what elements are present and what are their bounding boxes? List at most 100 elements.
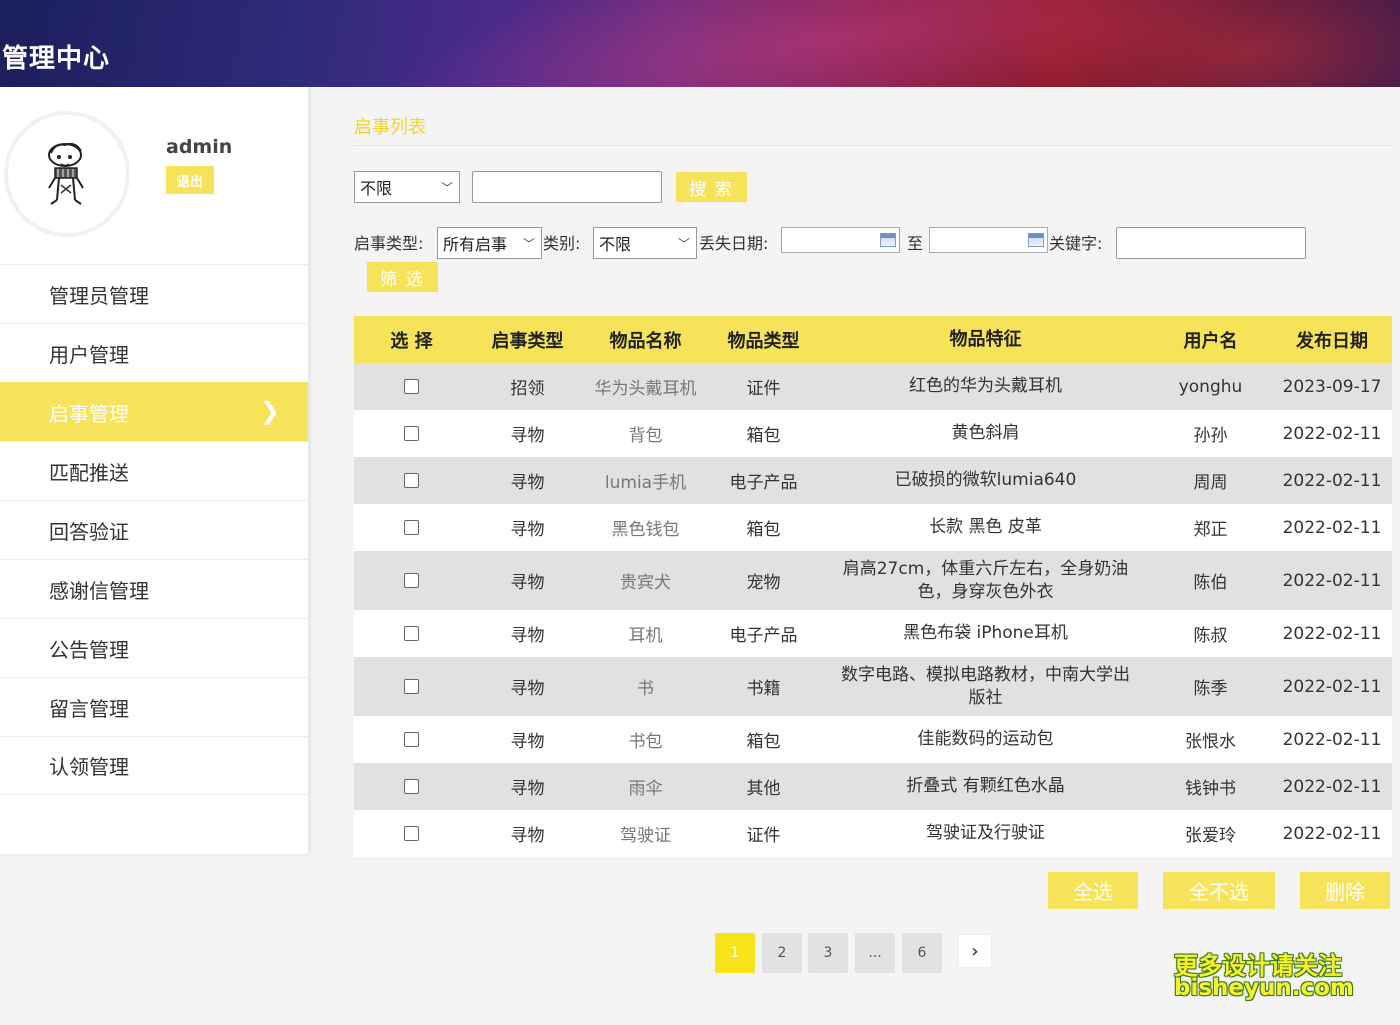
table-row[interactable]: 寻物 lumia手机 电子产品 已破损的微软lumia640 周周 2022-0…: [354, 457, 1392, 504]
row-checkbox[interactable]: [404, 520, 419, 535]
cell-name: 驾驶证: [620, 826, 671, 846]
row-checkbox[interactable]: [404, 732, 419, 747]
notice-type-value: 所有启事: [443, 235, 508, 254]
cell-date: 2023-09-17: [1282, 376, 1382, 397]
cell-name: lumia手机: [604, 473, 687, 493]
cell-feature: 黑色布袋 iPhone耳机: [903, 623, 1068, 643]
column-header[interactable]: 发布日期: [1272, 327, 1392, 353]
row-checkbox[interactable]: [404, 679, 419, 694]
table-row[interactable]: 寻物 雨伞 其他 折叠式 有颗红色水晶 钱钟书 2022-02-11: [354, 763, 1392, 810]
sidebar-item-claim[interactable]: 认领管理: [0, 736, 308, 795]
calendar-icon[interactable]: [880, 233, 896, 247]
page-2-button[interactable]: 2: [762, 933, 802, 973]
username: admin: [166, 136, 233, 158]
date-to-input[interactable]: [929, 227, 1048, 253]
row-checkbox[interactable]: [404, 626, 419, 641]
calendar-icon[interactable]: [1028, 233, 1044, 247]
row-checkbox[interactable]: [404, 426, 419, 441]
chevron-right-icon: ›: [971, 940, 979, 962]
category-select[interactable]: 不限 ﹀: [593, 227, 697, 259]
cell-date: 2022-02-11: [1282, 776, 1382, 797]
cell-name: 耳机: [628, 626, 663, 646]
cell-category: 证件: [746, 826, 781, 846]
watermark-line2: bisheyun.com: [1174, 975, 1354, 1001]
cell-type: 寻物: [510, 520, 545, 540]
cell-type: 寻物: [510, 679, 545, 699]
logout-button[interactable]: 退出: [166, 166, 214, 194]
row-checkbox[interactable]: [404, 779, 419, 794]
keyword-input[interactable]: [1116, 227, 1306, 259]
cell-user: 张爱玲: [1185, 826, 1236, 846]
cell-category: 证件: [746, 379, 781, 399]
sidebar-item-answer-verify[interactable]: 回答验证: [0, 500, 308, 559]
sidebar-item-thanks-letter[interactable]: 感谢信管理: [0, 559, 308, 618]
cell-type: 寻物: [510, 826, 545, 846]
cell-category: 电子产品: [729, 473, 798, 493]
column-header[interactable]: 物品名称: [586, 327, 705, 353]
cell-feature: 长款 黑色 皮革: [929, 517, 1042, 537]
column-header[interactable]: 启事类型: [469, 327, 586, 353]
search-type-select[interactable]: 不限 ﹀: [354, 171, 460, 203]
next-page-button[interactable]: ›: [958, 934, 992, 968]
column-header[interactable]: 物品类型: [705, 327, 822, 353]
cell-date: 2022-02-11: [1282, 517, 1382, 538]
cell-date: 2022-02-11: [1282, 623, 1382, 644]
cell-name: 背包: [628, 426, 663, 446]
cell-name: 华为头戴耳机: [594, 379, 697, 399]
avatar: [4, 111, 130, 237]
cell-type: 寻物: [510, 779, 545, 799]
sidebar-item-notice-management[interactable]: 启事管理 ❯: [0, 382, 308, 441]
cell-name: 书: [637, 679, 654, 699]
column-header[interactable]: 用户名: [1149, 327, 1272, 353]
sidebar-item-user-management[interactable]: 用户管理: [0, 323, 308, 382]
page-3-button[interactable]: 3: [808, 933, 848, 973]
delete-button[interactable]: 删除: [1300, 872, 1390, 909]
notice-type-select[interactable]: 所有启事 ﹀: [437, 227, 542, 259]
sidebar-item-admin-management[interactable]: 管理员管理: [0, 264, 308, 323]
search-button[interactable]: 搜 索: [676, 172, 747, 202]
table-row[interactable]: 寻物 书 书籍 数字电路、模拟电路教材，中南大学出版社 陈季 2022-02-1…: [354, 657, 1392, 716]
cell-date: 2022-02-11: [1282, 823, 1382, 844]
row-checkbox[interactable]: [404, 826, 419, 841]
sidebar-item-label: 匹配推送: [49, 460, 129, 485]
select-all-button[interactable]: 全选: [1048, 872, 1138, 909]
sidebar: admin 退出 管理员管理 用户管理 启事管理 ❯ 匹配推送 回答验证 感谢信…: [0, 87, 308, 854]
to-label: 至: [907, 234, 924, 253]
table-row[interactable]: 寻物 驾驶证 证件 驾驶证及行驶证 张爱玲 2022-02-11: [354, 810, 1392, 857]
table-row[interactable]: 寻物 耳机 电子产品 黑色布袋 iPhone耳机 陈叔 2022-02-11: [354, 610, 1392, 657]
keyword-label: 关键字:: [1049, 234, 1103, 253]
table-row[interactable]: 寻物 贵宾犬 宠物 肩高27cm，体重六斤左右，全身奶油色，身穿灰色外衣 陈伯 …: [354, 551, 1392, 610]
cell-user: 张恨水: [1185, 732, 1236, 752]
cell-date: 2022-02-11: [1282, 423, 1382, 444]
sidebar-item-match-push[interactable]: 匹配推送: [0, 441, 308, 500]
page-6-button[interactable]: 6: [902, 933, 942, 973]
sidebar-item-announcement[interactable]: 公告管理: [0, 618, 308, 677]
sidebar-item-message[interactable]: 留言管理: [0, 677, 308, 736]
row-checkbox[interactable]: [404, 379, 419, 394]
cell-type: 寻物: [510, 732, 545, 752]
page-ellipsis: ...: [855, 933, 895, 973]
cell-user: 陈伯: [1193, 573, 1228, 593]
row-checkbox[interactable]: [404, 573, 419, 588]
table-row[interactable]: 招领 华为头戴耳机 证件 红色的华为头戴耳机 yonghu 2023-09-17: [354, 363, 1392, 410]
notice-type-label: 启事类型:: [354, 234, 424, 253]
header-title: 管理中心: [2, 44, 111, 74]
table-row[interactable]: 寻物 书包 箱包 佳能数码的运动包 张恨水 2022-02-11: [354, 716, 1392, 763]
search-input[interactable]: [472, 171, 662, 203]
cell-date: 2022-02-11: [1282, 729, 1382, 750]
page-1-button[interactable]: 1: [715, 933, 755, 973]
sidebar-item-label: 认领管理: [49, 755, 129, 779]
table-row[interactable]: 寻物 黑色钱包 箱包 长款 黑色 皮革 郑正 2022-02-11: [354, 504, 1392, 551]
select-none-button[interactable]: 全不选: [1163, 872, 1275, 909]
cell-name: 书包: [628, 732, 663, 752]
cell-category: 箱包: [746, 520, 781, 540]
row-checkbox[interactable]: [404, 473, 419, 488]
date-from-input[interactable]: [781, 227, 900, 253]
cell-category: 箱包: [746, 426, 781, 446]
filter-button[interactable]: 筛 选: [367, 262, 438, 292]
cell-feature: 已破损的微软lumia640: [894, 470, 1077, 490]
cell-date: 2022-02-11: [1282, 570, 1382, 591]
cell-category: 书籍: [746, 679, 781, 699]
column-header[interactable]: 物品特征: [822, 328, 1149, 351]
table-row[interactable]: 寻物 背包 箱包 黄色斜肩 孙孙 2022-02-11: [354, 410, 1392, 457]
